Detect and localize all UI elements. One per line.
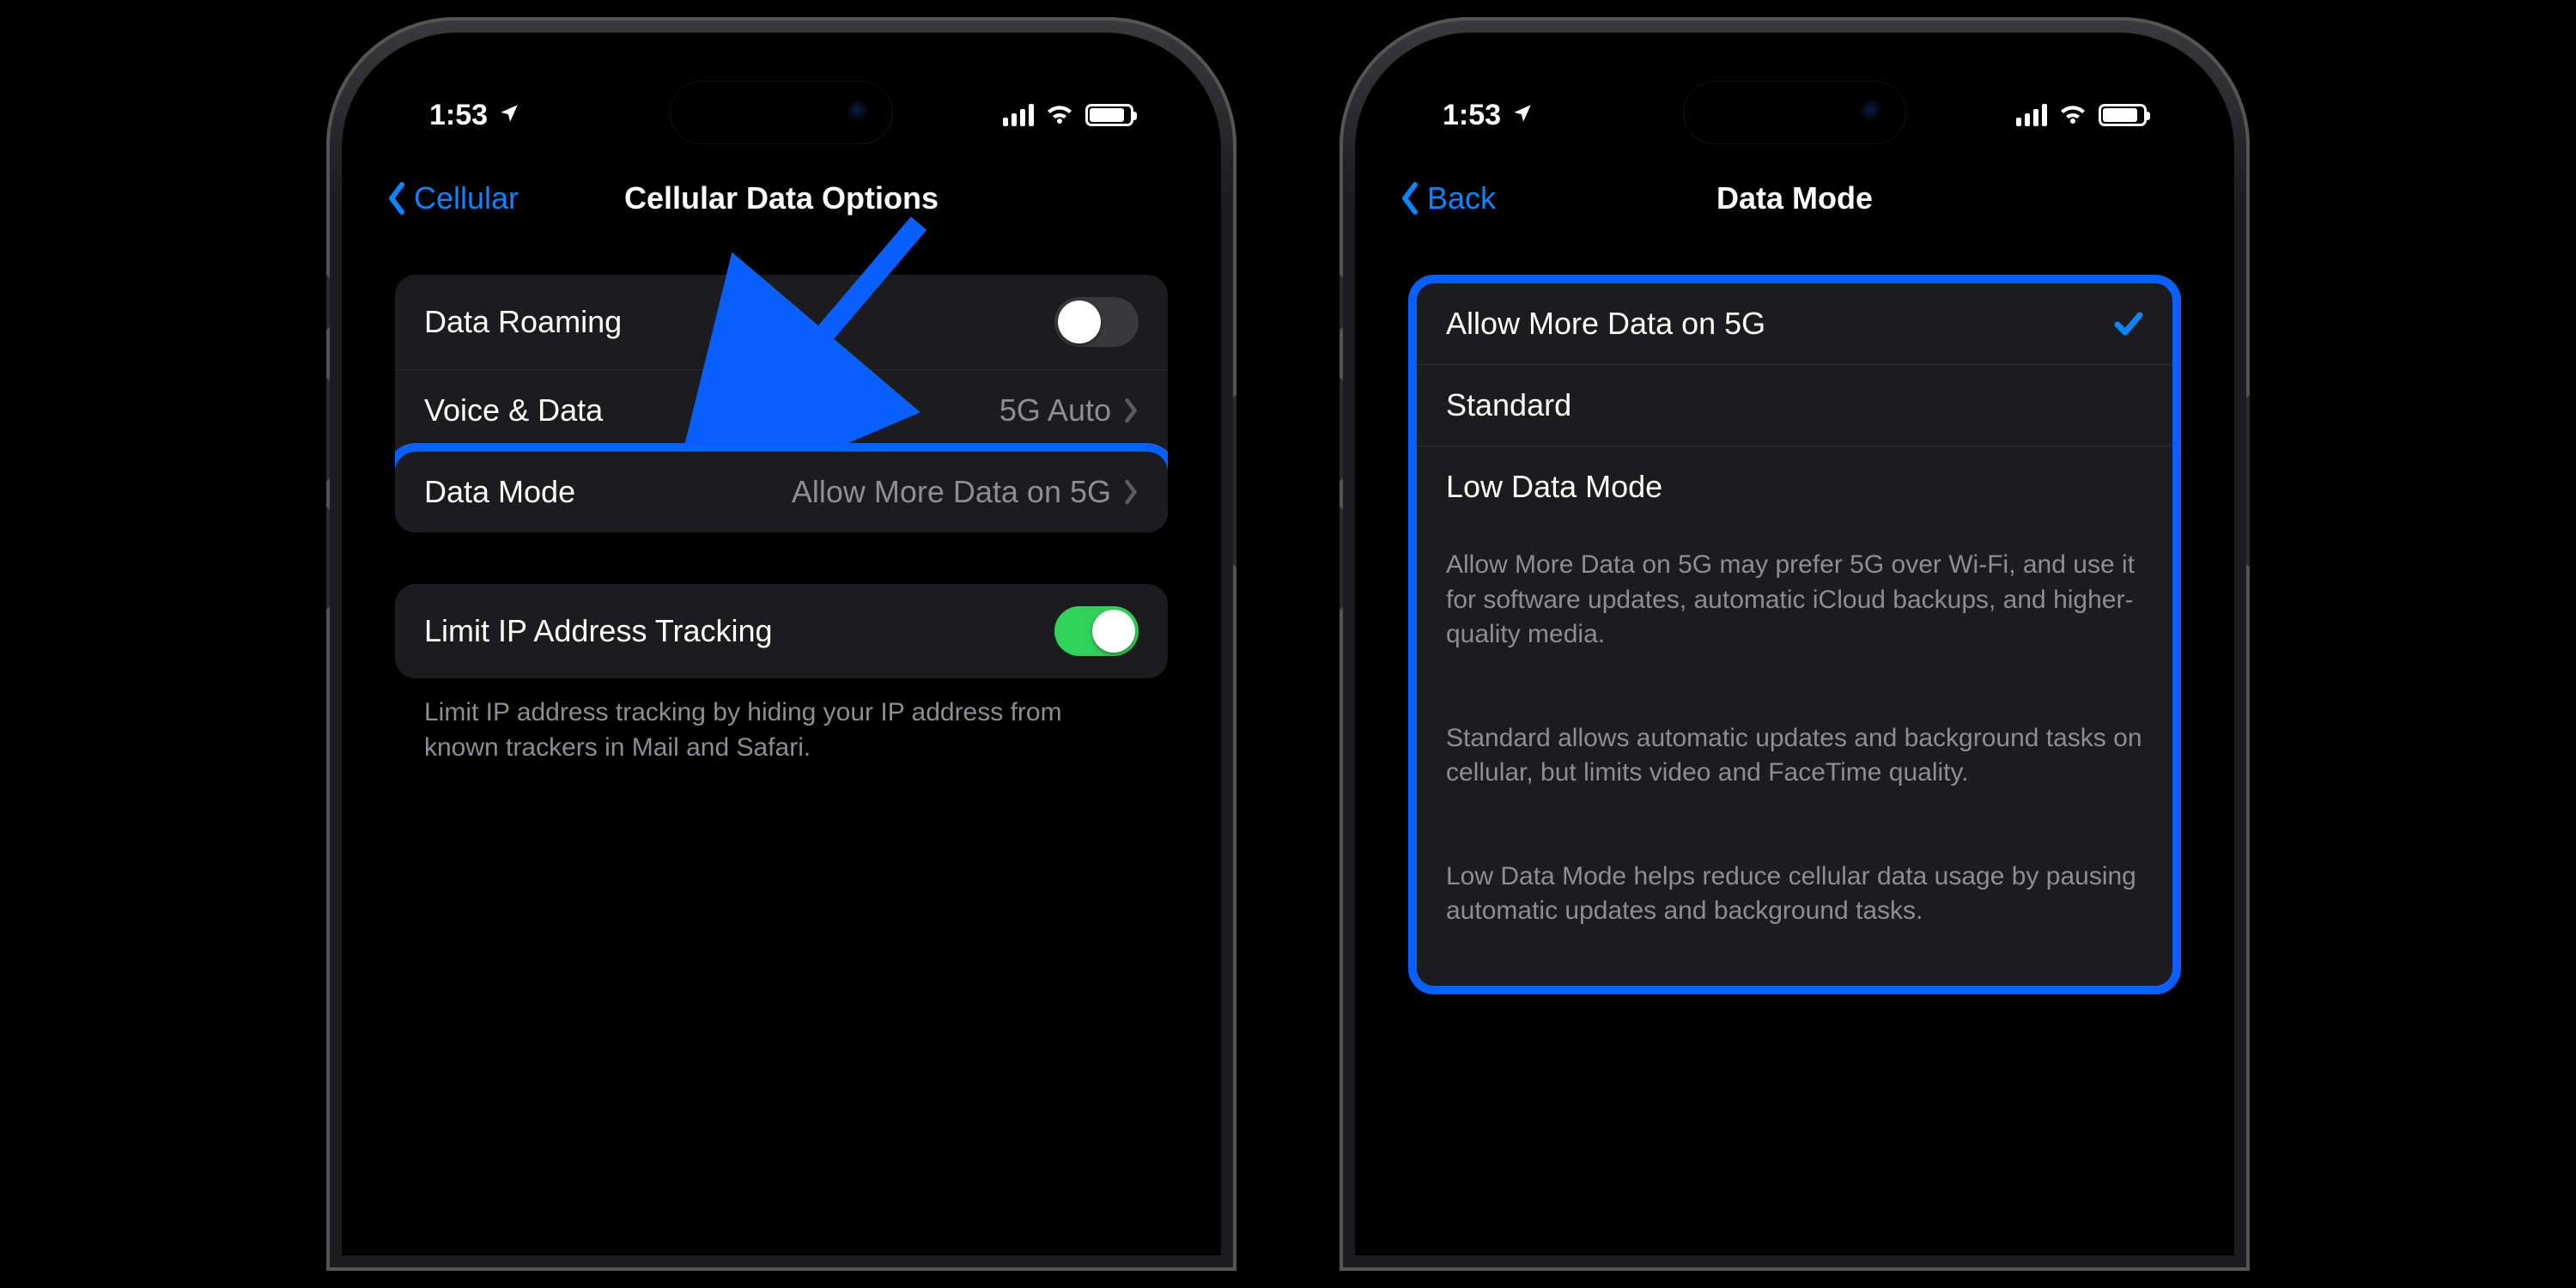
mute-switch [1340, 275, 1343, 330]
nav-bar: Cellular Cellular Data Options [361, 180, 1202, 216]
back-button[interactable]: Cellular [386, 180, 519, 216]
screen-cellular-data-options: 1:53 Cellular Cellular Data Options [361, 52, 1202, 1236]
toggle-limit-ip[interactable] [1054, 606, 1139, 656]
screen-data-mode: 1:53 Back Data Mode [1374, 52, 2215, 1236]
back-label: Cellular [414, 180, 519, 216]
toggle-data-roaming[interactable] [1054, 297, 1139, 347]
row-value: 5G Auto [999, 392, 1111, 428]
row-data-mode[interactable]: Data Mode Allow More Data on 5G [395, 452, 1168, 532]
footer-text-1: Allow More Data on 5G may prefer 5G over… [1417, 536, 2172, 675]
row-label: Limit IP Address Tracking [424, 613, 773, 649]
status-time: 1:53 [429, 99, 488, 132]
row-limit-ip-tracking[interactable]: Limit IP Address Tracking [395, 584, 1168, 678]
mute-switch [326, 275, 330, 330]
highlighted-options-block: Allow More Data on 5G Standard Low Data … [1408, 275, 2181, 994]
status-time: 1:53 [1443, 99, 1501, 132]
checkmark-icon [2114, 309, 2143, 338]
cellular-signal-icon [2016, 104, 2047, 126]
footer-text: Limit IP address tracking by hiding your… [395, 696, 1168, 765]
option-label: Standard [1446, 387, 1571, 423]
footer-text-2: Standard allows automatic updates and ba… [1417, 709, 2172, 813]
phone-frame-right: 1:53 Back Data Mode [1340, 17, 2250, 1271]
row-label: Voice & Data [424, 392, 603, 428]
cellular-signal-icon [1003, 104, 1034, 126]
wifi-icon [2059, 105, 2087, 125]
chevron-left-icon [1400, 181, 1420, 216]
option-standard[interactable]: Standard [1417, 365, 2172, 447]
dynamic-island [670, 81, 893, 144]
row-data-roaming[interactable]: Data Roaming [395, 275, 1168, 370]
option-label: Allow More Data on 5G [1446, 306, 1765, 342]
chevron-left-icon [386, 181, 407, 216]
volume-up-button [326, 378, 330, 481]
settings-group-cellular: Data Roaming Voice & Data 5G Auto Data M… [395, 275, 1168, 532]
row-value: Allow More Data on 5G [792, 474, 1111, 510]
footer-text-3: Low Data Mode helps reduce cellular data… [1417, 848, 2172, 951]
volume-up-button [1340, 378, 1343, 481]
power-button [1233, 395, 1236, 567]
option-allow-more-data-5g[interactable]: Allow More Data on 5G [1417, 283, 2172, 365]
dynamic-island [1683, 81, 1906, 144]
battery-icon [2099, 104, 2147, 126]
battery-icon [1085, 104, 1133, 126]
data-mode-options: Allow More Data on 5G Standard Low Data … [1417, 283, 2172, 527]
volume-down-button [326, 507, 330, 610]
row-label: Data Roaming [424, 304, 622, 340]
back-label: Back [1427, 180, 1496, 216]
back-button[interactable]: Back [1400, 180, 1496, 216]
settings-group-privacy: Limit IP Address Tracking [395, 584, 1168, 678]
chevron-right-icon [1123, 479, 1139, 505]
power-button [2246, 395, 2250, 567]
phone-frame-left: 1:53 Cellular Cellular Data Options [326, 17, 1236, 1271]
wifi-icon [1046, 105, 1073, 125]
chevron-right-icon [1123, 398, 1139, 423]
page-title: Data Mode [1374, 180, 2215, 216]
option-low-data-mode[interactable]: Low Data Mode [1417, 447, 2172, 527]
location-icon [498, 99, 520, 132]
row-label: Data Mode [424, 474, 575, 510]
volume-down-button [1340, 507, 1343, 610]
location-icon [1511, 99, 1534, 132]
option-label: Low Data Mode [1446, 469, 1662, 505]
row-voice-and-data[interactable]: Voice & Data 5G Auto [395, 370, 1168, 452]
nav-bar: Back Data Mode [1374, 180, 2215, 216]
